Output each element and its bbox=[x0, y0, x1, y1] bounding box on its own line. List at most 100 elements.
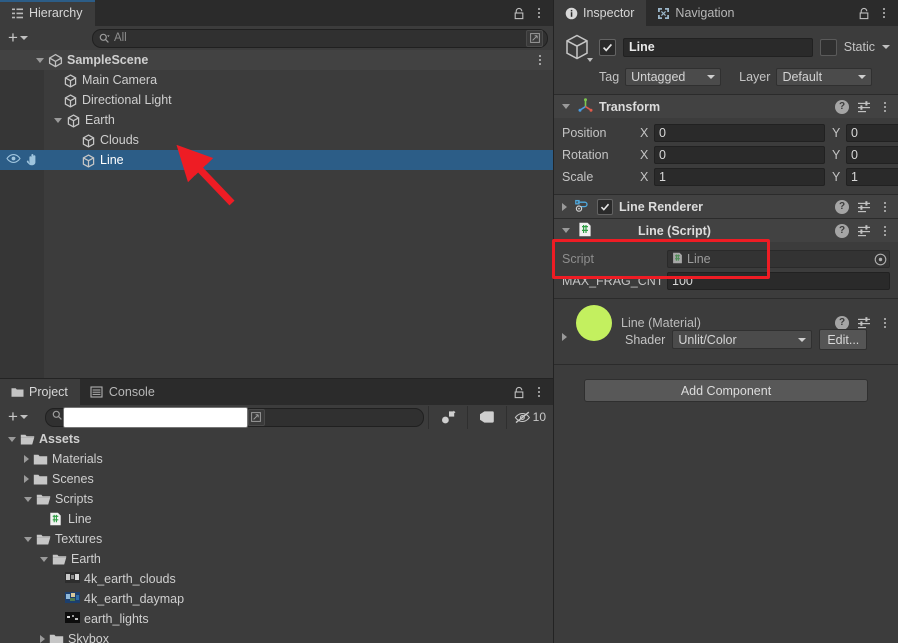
tab-project[interactable]: Project bbox=[0, 379, 80, 405]
hierarchy-tree[interactable]: SampleScene Main Camera Directional Light E… bbox=[0, 50, 553, 378]
lock-icon[interactable] bbox=[513, 7, 525, 20]
shader-dropdown[interactable]: Unlit/Color bbox=[672, 330, 813, 349]
max-frag-cnt-input[interactable] bbox=[667, 272, 890, 290]
help-icon[interactable]: ? bbox=[835, 99, 849, 114]
kebab-menu-icon[interactable] bbox=[533, 6, 545, 20]
foldout-open-icon[interactable] bbox=[562, 228, 570, 233]
foldout-closed-icon[interactable] bbox=[562, 333, 567, 341]
foldout-open-icon[interactable] bbox=[24, 496, 32, 502]
foldout-closed-icon[interactable] bbox=[24, 475, 29, 483]
foldout-open-icon[interactable] bbox=[54, 117, 62, 123]
project-row-earth[interactable]: Earth bbox=[0, 549, 553, 569]
foldout-open-icon[interactable] bbox=[8, 436, 16, 442]
label-tag-filter-icon[interactable] bbox=[466, 405, 506, 429]
hand-icon[interactable] bbox=[25, 152, 39, 169]
foldout-closed-icon[interactable] bbox=[24, 455, 29, 463]
tab-console[interactable]: Console bbox=[80, 379, 167, 405]
transform-position-x-input[interactable] bbox=[654, 124, 825, 142]
foldout-closed-icon[interactable] bbox=[562, 202, 567, 211]
material-preview-swatch[interactable] bbox=[576, 305, 612, 341]
hidden-assets-count[interactable]: 10 bbox=[505, 405, 553, 429]
project-row-label: Scripts bbox=[55, 492, 94, 506]
lock-icon[interactable] bbox=[513, 386, 525, 399]
project-row-4k_earth_daymap[interactable]: 4k_earth_daymap bbox=[0, 589, 553, 609]
project-row-label: Scenes bbox=[52, 472, 94, 486]
object-picker-icon[interactable] bbox=[874, 253, 887, 266]
kebab-menu-icon[interactable] bbox=[533, 385, 545, 399]
gameobject-active-checkbox[interactable] bbox=[599, 38, 616, 56]
component-enabled-checkbox[interactable] bbox=[597, 198, 613, 215]
component-header[interactable]: Line Renderer ? bbox=[554, 195, 898, 218]
hierarchy-row-main-camera[interactable]: Main Camera bbox=[0, 70, 553, 90]
tab-inspector[interactable]: Inspector bbox=[554, 0, 647, 26]
kebab-menu-icon[interactable] bbox=[879, 200, 891, 214]
component-header[interactable]: Line (Script) ? bbox=[554, 219, 898, 242]
foldout-open-icon[interactable] bbox=[24, 536, 32, 542]
lock-icon[interactable] bbox=[858, 7, 870, 20]
add-component-button[interactable]: Add Component bbox=[584, 379, 868, 402]
search-input[interactable] bbox=[109, 30, 526, 46]
static-dropdown-chevron-down-icon[interactable] bbox=[882, 45, 890, 49]
hierarchy-row-line[interactable]: Line bbox=[0, 150, 553, 170]
foldout-open-icon[interactable] bbox=[36, 57, 44, 63]
edit-shader-button[interactable]: Edit... bbox=[819, 329, 868, 350]
component-header[interactable]: Transform ? bbox=[554, 95, 898, 118]
tab-hierarchy[interactable]: Hierarchy bbox=[0, 0, 95, 26]
project-row-materials[interactable]: Materials bbox=[0, 449, 553, 469]
project-tree[interactable]: Assets Materials Scenes Scripts Line Textures… bbox=[0, 429, 553, 643]
layer-dropdown[interactable]: Default bbox=[776, 68, 873, 86]
transform-rotation-x-input[interactable] bbox=[654, 146, 825, 164]
project-row-skybox[interactable]: Skybox bbox=[0, 629, 553, 643]
hierarchy-row-directional-light[interactable]: Directional Light bbox=[0, 90, 553, 110]
project-row-4k_earth_clouds[interactable]: 4k_earth_clouds bbox=[0, 569, 553, 589]
gameobject-cube-icon[interactable] bbox=[562, 32, 593, 62]
axis-label-x: X bbox=[640, 126, 649, 140]
project-row-textures[interactable]: Textures bbox=[0, 529, 553, 549]
script-object-field[interactable]: Line bbox=[667, 250, 890, 268]
project-row-earth_lights[interactable]: earth_lights bbox=[0, 609, 553, 629]
eye-icon[interactable] bbox=[6, 153, 21, 167]
hierarchy-search-field[interactable] bbox=[91, 28, 548, 48]
kebab-menu-icon[interactable] bbox=[879, 316, 891, 330]
axis-y: Y bbox=[832, 168, 898, 186]
max-frag-cnt-row: MAX_FRAG_CNT bbox=[562, 270, 890, 292]
asset-type-filter-icon[interactable] bbox=[427, 405, 467, 429]
create-asset-button[interactable]: + bbox=[5, 408, 31, 426]
project-row-line[interactable]: Line bbox=[0, 509, 553, 529]
transform-scale-y-input[interactable] bbox=[846, 168, 898, 186]
create-gameobject-button[interactable]: + bbox=[5, 29, 31, 47]
project-search-field[interactable] bbox=[44, 406, 424, 428]
hierarchy-row-samplescene[interactable]: SampleScene bbox=[0, 50, 553, 70]
preset-icon[interactable] bbox=[857, 224, 871, 238]
preset-icon[interactable] bbox=[857, 200, 871, 214]
gameobject-name-input[interactable] bbox=[623, 37, 813, 57]
tag-dropdown[interactable]: Untagged bbox=[625, 68, 722, 86]
tab-navigation[interactable]: Navigation bbox=[646, 0, 746, 26]
project-row-label: earth_lights bbox=[84, 612, 149, 626]
preset-icon[interactable] bbox=[857, 316, 871, 330]
kebab-menu-icon[interactable] bbox=[534, 53, 546, 67]
help-icon[interactable]: ? bbox=[835, 316, 849, 330]
search-input[interactable] bbox=[62, 406, 248, 428]
hierarchy-row-clouds[interactable]: Clouds bbox=[0, 130, 553, 150]
expand-window-icon[interactable] bbox=[526, 29, 543, 47]
project-row-scripts[interactable]: Scripts bbox=[0, 489, 553, 509]
project-row-scenes[interactable]: Scenes bbox=[0, 469, 553, 489]
hierarchy-row-earth[interactable]: Earth bbox=[0, 110, 553, 130]
foldout-open-icon[interactable] bbox=[562, 104, 570, 109]
expand-window-icon[interactable] bbox=[247, 408, 265, 426]
kebab-menu-icon[interactable] bbox=[879, 100, 891, 114]
foldout-open-icon[interactable] bbox=[40, 556, 48, 562]
help-icon[interactable]: ? bbox=[835, 199, 849, 214]
static-checkbox[interactable] bbox=[819, 38, 837, 56]
foldout-closed-icon[interactable] bbox=[40, 635, 45, 643]
transform-position-y-input[interactable] bbox=[846, 124, 898, 142]
project-row-assets[interactable]: Assets bbox=[0, 429, 553, 449]
transform-scale-x-input[interactable] bbox=[654, 168, 825, 186]
kebab-menu-icon[interactable] bbox=[878, 6, 890, 20]
transform-rotation-y-input[interactable] bbox=[846, 146, 898, 164]
preset-icon[interactable] bbox=[857, 100, 871, 114]
hierarchy-tab-actions bbox=[513, 0, 553, 26]
kebab-menu-icon[interactable] bbox=[879, 224, 891, 238]
help-icon[interactable]: ? bbox=[835, 223, 849, 238]
